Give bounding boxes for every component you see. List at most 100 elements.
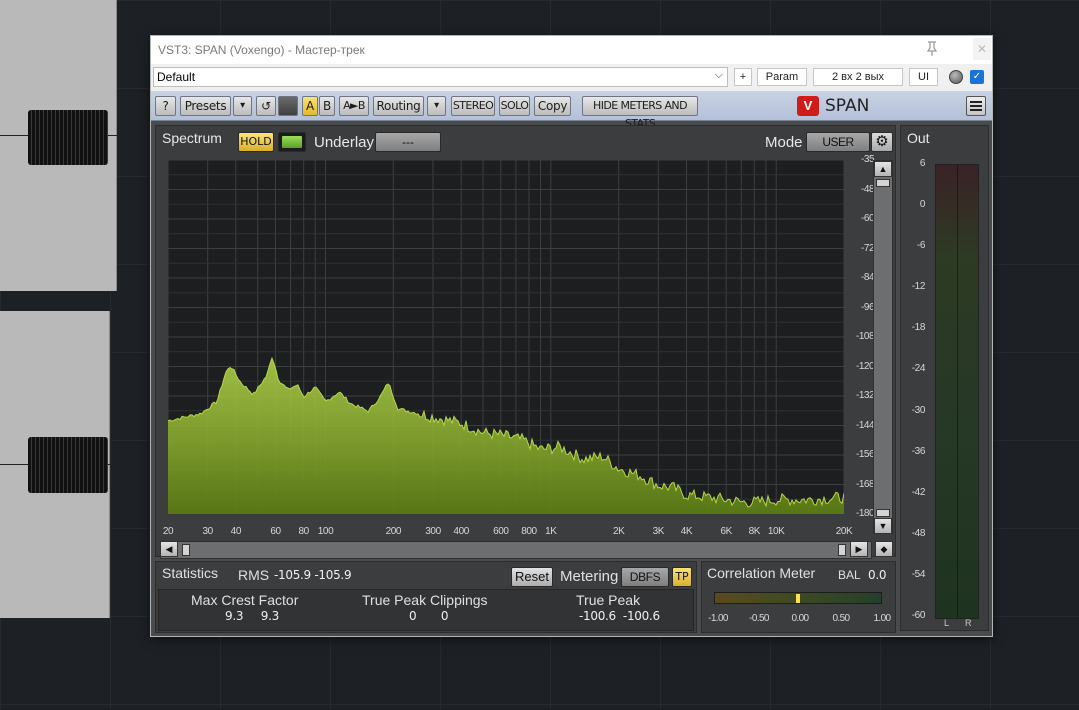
underlay-label: Underlay <box>314 134 375 151</box>
hamburger-menu-icon[interactable] <box>966 96 986 116</box>
output-level-meter <box>935 164 979 619</box>
redo-button[interactable] <box>278 96 298 116</box>
presets-dropdown-button[interactable]: ▾ <box>233 96 252 116</box>
x-tick-label: 400 <box>453 526 469 537</box>
preset-select[interactable]: Default ⌵ <box>153 67 728 87</box>
vertical-scroll-thumb-end[interactable] <box>876 509 890 517</box>
preset-a-button[interactable]: A <box>302 96 318 116</box>
x-tick-label: 200 <box>385 526 402 537</box>
x-tick-label: 4K <box>680 526 693 537</box>
stereo-button[interactable]: STEREO <box>451 96 495 116</box>
x-tick-label: 300 <box>425 526 441 537</box>
y-tick-label: -180 <box>855 508 875 519</box>
out-tick-label: -42 <box>911 486 926 498</box>
scroll-up-button[interactable]: ▲ <box>874 161 892 177</box>
gear-icon[interactable]: ⚙ <box>871 132 893 152</box>
correlation-tick-label: 0.00 <box>791 613 809 624</box>
vertical-scroll-thumb[interactable] <box>876 179 890 187</box>
mode-select[interactable]: USER <box>806 132 870 152</box>
output-meter-panel: Out 6 0 -6 -12 -18 -24 -30 -36 -42 -48 -54 -60 L R <box>900 125 989 631</box>
correlation-tick-label: -1.00 <box>708 613 728 624</box>
ui-button[interactable]: UI <box>909 68 938 86</box>
plugin-window: VST3: SPAN (Voxengo) - Мастер-трек ✕ Def… <box>150 35 993 637</box>
mode-label: Mode <box>765 134 803 151</box>
audio-clip-1[interactable] <box>0 0 117 291</box>
copy-a-to-b-button[interactable]: A►B <box>339 96 369 116</box>
audio-clip-2[interactable] <box>0 311 110 618</box>
y-tick-label: -120 <box>855 360 875 372</box>
y-tick-label: -168 <box>855 478 875 490</box>
help-button[interactable]: ? <box>155 96 176 116</box>
vertical-scrollbar[interactable]: ▲ ▼ <box>873 160 893 534</box>
max-crest-label: Max Crest Factor <box>191 592 299 608</box>
voxengo-logo: V <box>797 96 819 116</box>
rms-label: RMS <box>238 567 270 583</box>
undo-button[interactable]: ↺ <box>256 96 276 116</box>
hold-button[interactable]: HOLD <box>238 132 274 152</box>
routing-button[interactable]: Routing <box>373 96 424 116</box>
zoom-reset-button[interactable]: ◆ <box>875 541 893 557</box>
waveform <box>28 110 108 165</box>
x-tick-label: 1K <box>545 526 557 537</box>
scroll-right-button[interactable]: ▶ <box>850 541 868 557</box>
x-tick-label: 600 <box>493 526 509 537</box>
tp-clippings-label: True Peak Clippings <box>362 592 488 608</box>
copy-button[interactable]: Copy <box>534 96 571 116</box>
brand-name: SPAN <box>825 96 870 116</box>
pin-icon[interactable] <box>925 41 939 57</box>
bal-value: 0.0 <box>868 568 887 582</box>
correlation-meter <box>714 592 882 604</box>
horizontal-scroll-thumb[interactable] <box>182 544 190 556</box>
out-tick-label: -54 <box>911 568 926 580</box>
out-tick-label: -36 <box>911 445 926 457</box>
scroll-down-button[interactable]: ▼ <box>874 518 892 534</box>
x-tick-label: 100 <box>317 526 334 537</box>
correlation-tick-label: -0.50 <box>749 613 769 624</box>
horizontal-scroll-thumb-end[interactable] <box>838 544 846 556</box>
routing-dropdown-button[interactable]: ▾ <box>427 96 446 116</box>
knob-icon[interactable] <box>949 70 963 84</box>
out-tick-label: -30 <box>911 404 926 416</box>
io-config-button[interactable]: 2 вх 2 вых <box>813 68 903 86</box>
true-peak-button[interactable]: TP <box>672 567 692 587</box>
spectrum-display[interactable] <box>168 160 844 514</box>
horizontal-scrollbar[interactable]: ◀ ▶ <box>160 541 872 559</box>
x-tick-label: 80 <box>298 526 309 537</box>
x-tick-label: 2K <box>612 526 625 537</box>
out-tick-label: -24 <box>911 363 926 375</box>
x-tick-label: 6K <box>720 526 732 537</box>
preset-value: Default <box>157 70 196 84</box>
scroll-left-button[interactable]: ◀ <box>160 541 178 557</box>
correlation-tab[interactable]: Correlation Meter <box>707 565 815 581</box>
out-tick-label: -6 <box>916 240 925 252</box>
metering-select[interactable]: DBFS <box>621 567 669 587</box>
out-tick-label: -12 <box>911 281 926 293</box>
x-tick-label: 20K <box>835 526 853 537</box>
reset-button[interactable]: Reset <box>511 567 553 587</box>
out-tick-label: -18 <box>911 322 926 334</box>
correlation-tick-label: 1.00 <box>873 613 891 624</box>
statistics-tab[interactable]: Statistics <box>162 565 218 581</box>
y-tick-label: -156 <box>855 449 875 460</box>
close-button[interactable]: ✕ <box>973 38 991 60</box>
enable-checkbox[interactable]: ✓ <box>970 70 984 84</box>
preset-b-button[interactable]: B <box>319 96 335 116</box>
x-tick-label: 30 <box>202 526 214 537</box>
bal-label: BAL <box>838 568 861 582</box>
param-button[interactable]: Param <box>757 68 807 86</box>
spectrum-color-button[interactable] <box>278 132 306 152</box>
correlation-panel: Correlation Meter BAL 0.0 -1.00 -0.50 0.00… <box>701 561 896 633</box>
correlation-indicator <box>796 594 800 603</box>
true-peak-label: True Peak <box>576 592 641 608</box>
title-bar[interactable]: VST3: SPAN (Voxengo) - Мастер-трек ✕ <box>151 36 992 64</box>
spectrum-tab[interactable]: Spectrum <box>162 130 222 146</box>
y-axis-scale: -35 -48 -60 -72 -84 -96 -108 -120 -132 -144 -156 -1… <box>848 154 875 520</box>
hide-meters-button[interactable]: HIDE METERS AND STATS <box>582 96 698 130</box>
presets-button[interactable]: Presets <box>180 96 231 116</box>
add-preset-button[interactable]: + <box>734 68 752 86</box>
x-tick-label: 8K <box>748 526 761 537</box>
solo-button[interactable]: SOLO <box>499 96 530 116</box>
spectrum-graph <box>168 160 844 514</box>
underlay-select[interactable]: --- <box>375 132 441 152</box>
statistics-values: Max Crest Factor 9.3 9.3 True Peak Clipp… <box>158 589 694 631</box>
